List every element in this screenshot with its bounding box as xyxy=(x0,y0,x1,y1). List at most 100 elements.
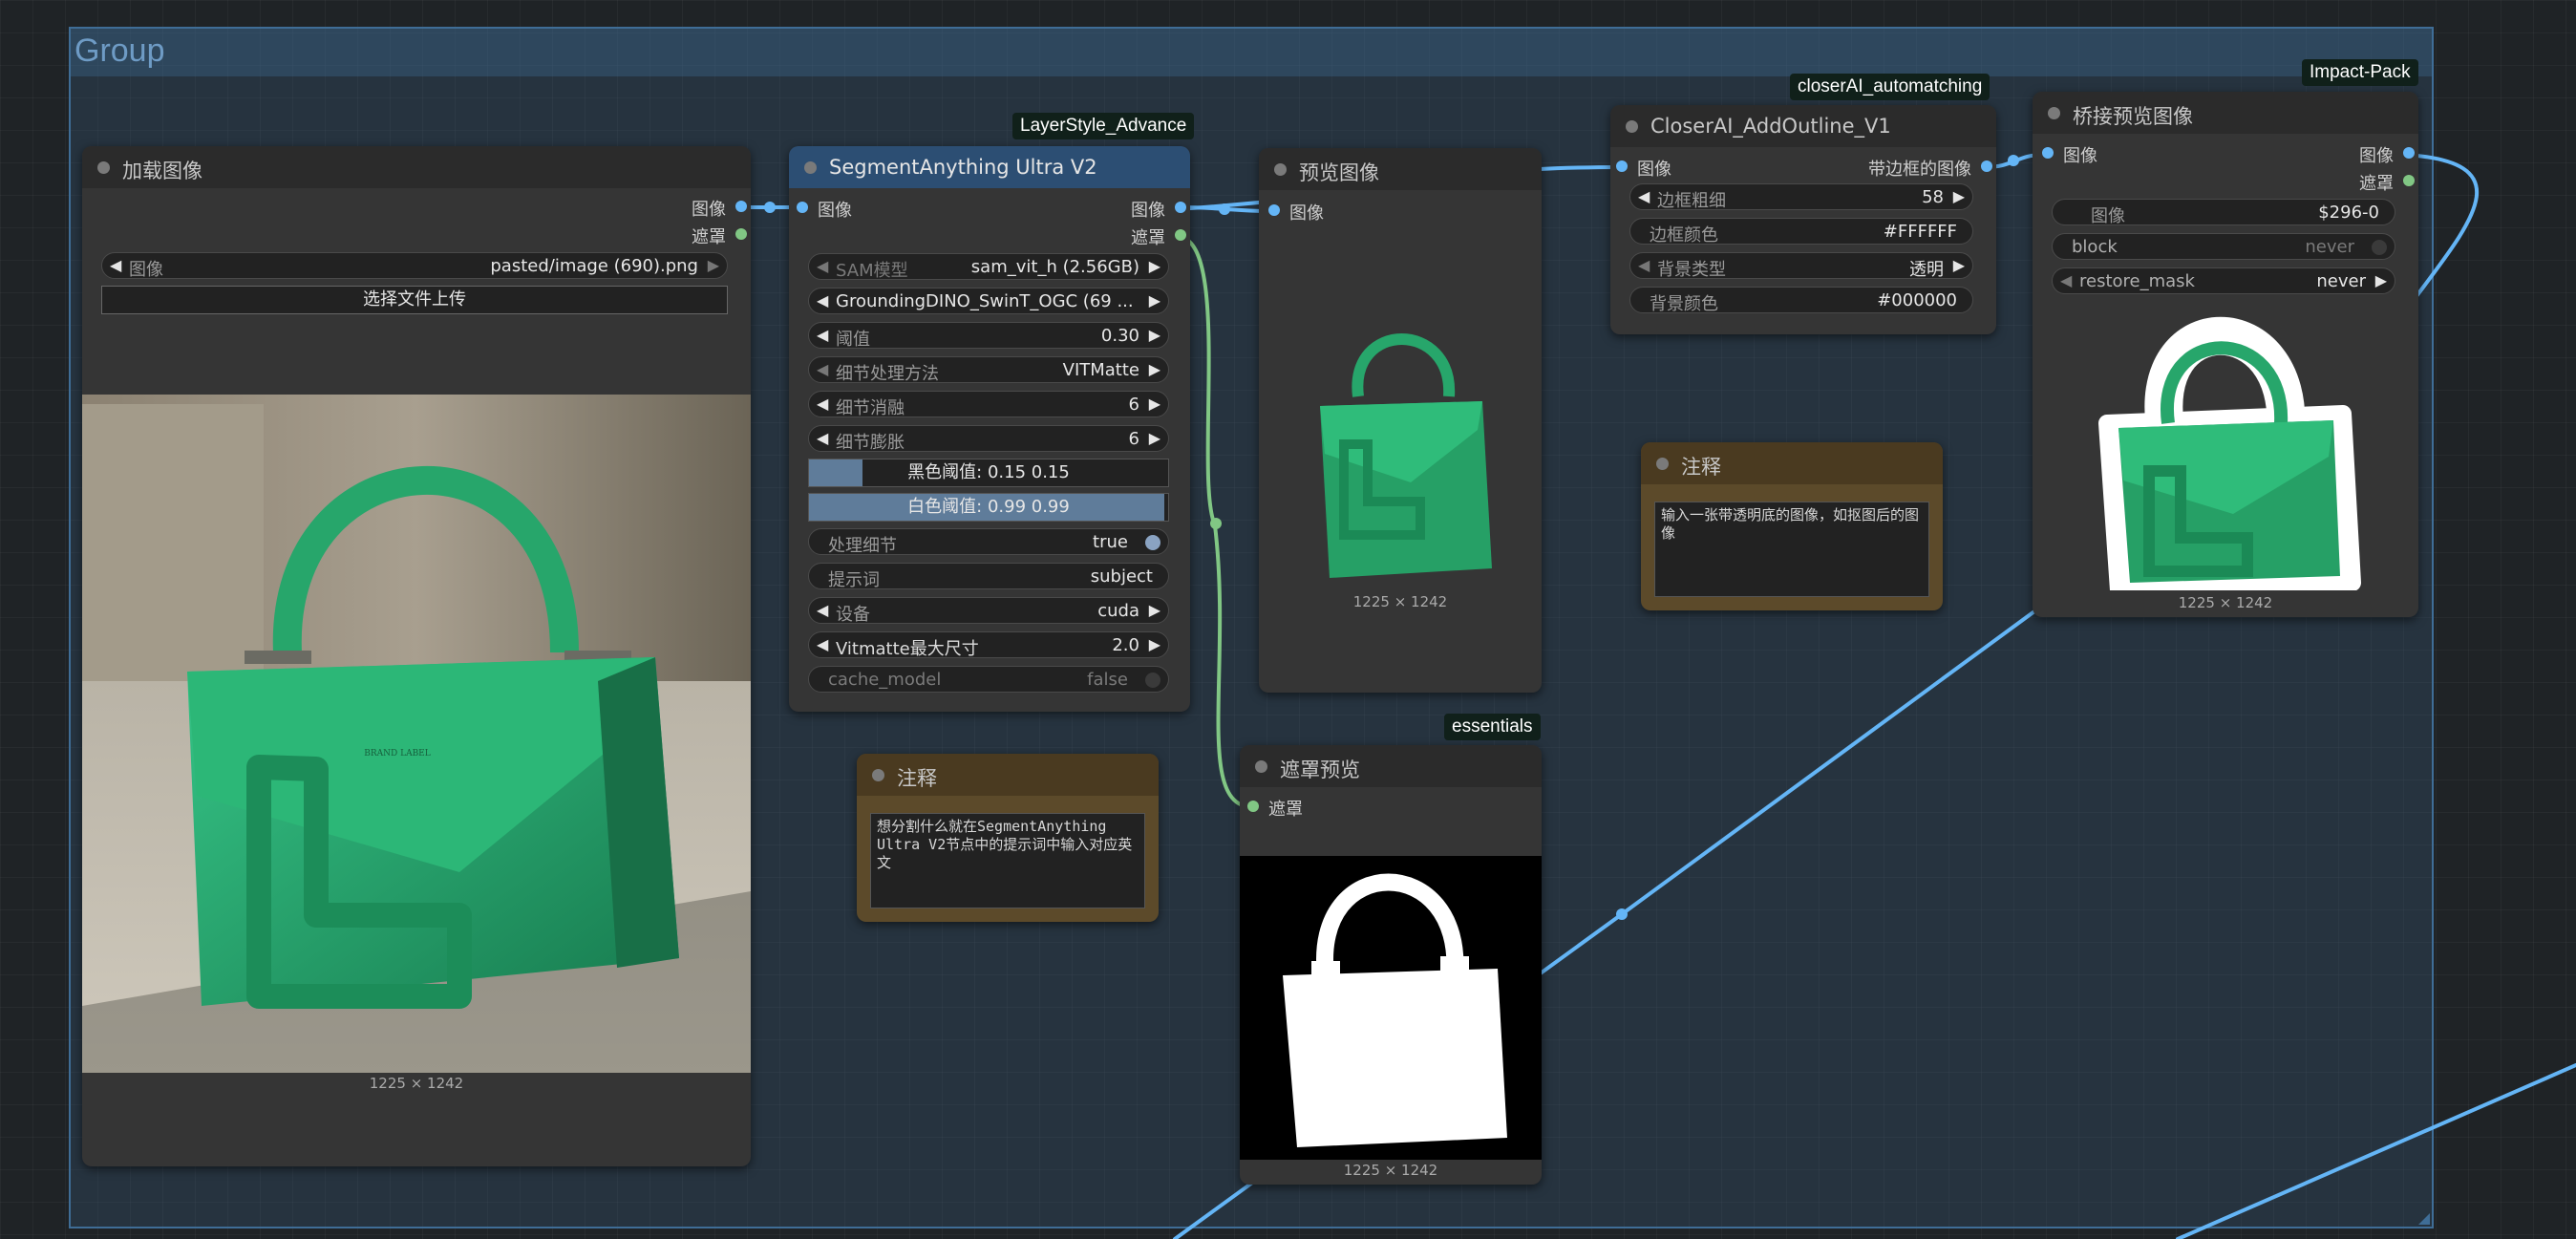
collapse-dot-icon[interactable] xyxy=(1255,760,1267,773)
input-mask[interactable]: 遮罩 xyxy=(1247,796,1303,821)
arrow-right-icon[interactable]: ▶ xyxy=(1149,429,1160,447)
output-image[interactable]: 图像 xyxy=(1131,197,1186,222)
node-header[interactable]: 注释 xyxy=(857,754,1159,796)
arrow-left-icon[interactable]: ◀ xyxy=(1638,187,1650,205)
detail-method-select[interactable]: ◀ 细节处理方法 VITMatte ▶ xyxy=(808,356,1169,384)
node-add-outline[interactable]: CloserAI_AddOutline_V1 图像 带边框的图像 ◀ 边框粗细 … xyxy=(1610,105,1996,334)
slot-dot-icon[interactable] xyxy=(1268,204,1280,216)
note-textarea[interactable]: 想分割什么就在SegmentAnything Ultra V2节点中的提示词中输… xyxy=(870,813,1145,908)
arrow-right-icon[interactable]: ▶ xyxy=(1149,360,1160,378)
arrow-right-icon[interactable]: ▶ xyxy=(1149,601,1160,619)
detail-dilate-stepper[interactable]: ◀ 细节膨胀 6 ▶ xyxy=(808,425,1169,453)
slot-dot-icon[interactable] xyxy=(2403,147,2415,159)
black-point-slider[interactable]: 黑色阈值: 0.15 0.15 xyxy=(808,459,1169,487)
output-mask[interactable]: 遮罩 xyxy=(692,224,747,248)
node-header[interactable]: 遮罩预览 xyxy=(1240,745,1542,787)
block-toggle[interactable]: block never xyxy=(2052,233,2395,260)
node-header[interactable]: SegmentAnything Ultra V2 xyxy=(789,146,1190,188)
white-point-slider[interactable]: 白色阈值: 0.99 0.99 xyxy=(808,493,1169,522)
arrow-right-icon[interactable]: ▶ xyxy=(1149,635,1160,653)
input-image[interactable]: 图像 xyxy=(1616,156,1671,181)
arrow-left-icon[interactable]: ◀ xyxy=(817,257,828,275)
toggle-knob-icon[interactable] xyxy=(1145,673,1160,688)
arrow-left-icon[interactable]: ◀ xyxy=(2060,271,2072,289)
arrow-left-icon[interactable]: ◀ xyxy=(1638,256,1650,274)
arrow-left-icon[interactable]: ◀ xyxy=(817,429,828,447)
output-image[interactable]: 图像 xyxy=(692,196,747,221)
collapse-dot-icon[interactable] xyxy=(2048,107,2060,119)
node-preview-image[interactable]: 预览图像 图像 1225 × 1242 xyxy=(1259,148,1542,693)
slot-dot-icon[interactable] xyxy=(1175,202,1186,213)
collapse-dot-icon[interactable] xyxy=(872,769,884,781)
arrow-right-icon[interactable]: ▶ xyxy=(1953,187,1965,205)
process-detail-toggle[interactable]: 处理细节 true xyxy=(808,528,1169,556)
arrow-right-icon[interactable]: ▶ xyxy=(1149,257,1160,275)
device-select[interactable]: ◀ 设备 cuda ▶ xyxy=(808,597,1169,625)
slot-dot-icon[interactable] xyxy=(2042,147,2054,159)
arrow-left-icon[interactable]: ◀ xyxy=(817,635,828,653)
background-color-input[interactable]: 背景颜色 #000000 xyxy=(1629,287,1973,314)
input-image[interactable]: 图像 xyxy=(797,197,852,222)
node-note-2[interactable]: 注释 输入一张带透明底的图像，如抠图后的图像 xyxy=(1641,442,1943,610)
input-image[interactable]: 图像 xyxy=(2042,142,2097,167)
arrow-left-icon[interactable]: ◀ xyxy=(817,326,828,344)
arrow-left-icon[interactable]: ◀ xyxy=(817,360,828,378)
arrow-right-icon[interactable]: ▶ xyxy=(1149,291,1160,310)
slot-dot-icon[interactable] xyxy=(735,228,747,240)
toggle-knob-icon[interactable] xyxy=(2372,240,2387,255)
slot-dot-icon[interactable] xyxy=(2403,175,2415,186)
arrow-right-icon[interactable]: ▶ xyxy=(1149,326,1160,344)
detail-erode-stepper[interactable]: ◀ 细节消融 6 ▶ xyxy=(808,391,1169,418)
arrow-right-icon[interactable]: ▶ xyxy=(2375,271,2387,289)
image-select[interactable]: ◀ 图像 pasted/image (690).png ▶ xyxy=(101,252,728,280)
upload-button[interactable]: 选择文件上传 xyxy=(101,286,728,314)
background-type-select[interactable]: ◀ 背景类型 透明 ▶ xyxy=(1629,252,1973,280)
node-header[interactable]: 加载图像 xyxy=(82,146,751,188)
arrow-left-icon[interactable]: ◀ xyxy=(817,601,828,619)
border-color-input[interactable]: 边框颜色 #FFFFFF xyxy=(1629,218,1973,246)
arrow-left-icon[interactable]: ◀ xyxy=(817,395,828,413)
collapse-dot-icon[interactable] xyxy=(1274,163,1287,176)
note-textarea[interactable]: 输入一张带透明底的图像，如抠图后的图像 xyxy=(1654,502,1929,597)
node-note-1[interactable]: 注释 想分割什么就在SegmentAnything Ultra V2节点中的提示… xyxy=(857,754,1159,922)
slot-dot-icon[interactable] xyxy=(735,201,747,212)
output-mask[interactable]: 遮罩 xyxy=(2359,170,2415,195)
output-mask[interactable]: 遮罩 xyxy=(1131,224,1186,249)
prompt-input[interactable]: 提示词 subject xyxy=(808,563,1169,590)
grounding-dino-select[interactable]: ◀ GroundingDINO_SwinT_OGC (69 ... ▶ xyxy=(808,288,1169,314)
input-image[interactable]: 图像 xyxy=(1268,200,1324,224)
slot-dot-icon[interactable] xyxy=(1981,160,1992,172)
slot-dot-icon[interactable] xyxy=(797,202,808,213)
node-header[interactable]: 预览图像 xyxy=(1259,148,1542,190)
sam-model-select[interactable]: ◀ SAM模型 sam_vit_h (2.56GB) ▶ xyxy=(808,253,1169,281)
arrow-left-icon[interactable]: ◀ xyxy=(817,291,828,310)
collapse-dot-icon[interactable] xyxy=(97,161,110,174)
group-header[interactable]: Group xyxy=(71,29,2432,76)
slot-dot-icon[interactable] xyxy=(1247,801,1259,812)
collapse-dot-icon[interactable] xyxy=(804,161,817,174)
restore-mask-select[interactable]: ◀ restore_mask never ▶ xyxy=(2052,267,2395,294)
image-ref-input[interactable]: 图像 $296-0 xyxy=(2052,199,2395,226)
border-width-stepper[interactable]: ◀ 边框粗细 58 ▶ xyxy=(1629,183,1973,211)
group-resize-handle[interactable] xyxy=(2418,1213,2430,1225)
slot-dot-icon[interactable] xyxy=(1175,229,1186,241)
arrow-left-icon[interactable]: ◀ xyxy=(110,256,121,274)
node-mask-preview[interactable]: 遮罩预览 遮罩 1225 × 1242 xyxy=(1240,745,1542,1185)
node-load-image[interactable]: 加载图像 图像 遮罩 ◀ 图像 pasted/image (690).png ▶… xyxy=(82,146,751,1166)
threshold-stepper[interactable]: ◀ 阈值 0.30 ▶ xyxy=(808,322,1169,350)
node-header[interactable]: 注释 xyxy=(1641,442,1943,484)
node-header[interactable]: CloserAI_AddOutline_V1 xyxy=(1610,105,1996,147)
max-size-stepper[interactable]: ◀ Vitmatte最大尺寸 2.0 ▶ xyxy=(808,631,1169,659)
slot-dot-icon[interactable] xyxy=(1616,160,1628,172)
collapse-dot-icon[interactable] xyxy=(1626,120,1638,133)
arrow-right-icon[interactable]: ▶ xyxy=(708,256,719,274)
arrow-right-icon[interactable]: ▶ xyxy=(1149,395,1160,413)
node-segment-anything[interactable]: SegmentAnything Ultra V2 图像 图像 遮罩 ◀ SAM模… xyxy=(789,146,1190,712)
node-header[interactable]: 桥接预览图像 xyxy=(2033,92,2418,134)
cache-model-toggle[interactable]: cache_model false xyxy=(808,666,1169,693)
collapse-dot-icon[interactable] xyxy=(1656,458,1669,470)
arrow-right-icon[interactable]: ▶ xyxy=(1953,256,1965,274)
output-image[interactable]: 图像 xyxy=(2359,142,2415,167)
output-outlined-image[interactable]: 带边框的图像 xyxy=(1868,156,1992,181)
node-bridge-preview[interactable]: 桥接预览图像 图像 图像 遮罩 图像 $296-0 block never ◀ … xyxy=(2033,92,2418,617)
